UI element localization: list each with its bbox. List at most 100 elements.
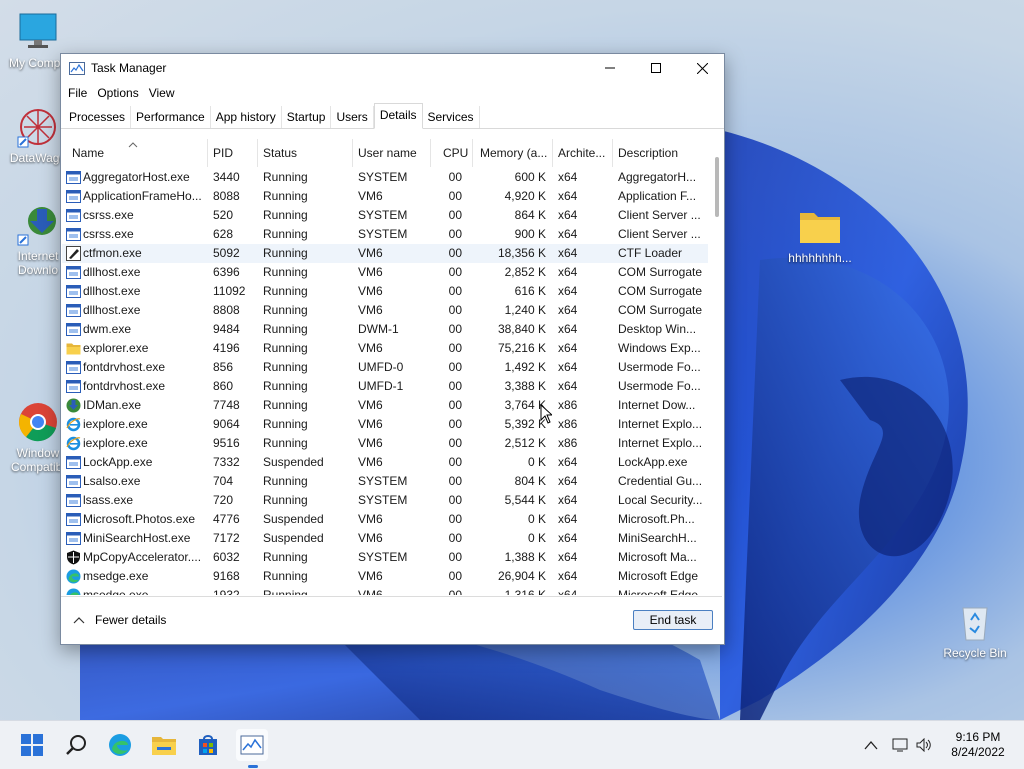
tab-processes[interactable]: Processes [64,106,132,128]
table-row[interactable]: csrss.exe 520 Running SYSTEM 00 864 K x64 Clien… [62,206,708,225]
network-icon[interactable] [892,738,908,752]
idm-icon [16,203,60,247]
column-header-memory[interactable]: Memory (a... [473,139,553,167]
table-row[interactable]: dllhost.exe 8808 Running VM6 00 1,240 K x64 COM… [62,301,708,320]
table-row[interactable]: fontdrvhost.exe 860 Running UMFD-1 00 3,388 K… [62,377,708,396]
app-window-icon [66,208,81,223]
table-row[interactable]: dwm.exe 9484 Running DWM-1 00 38,840 K x64 Desk… [62,320,708,339]
taskbar-clock[interactable]: 9:16 PM 8/24/2022 [938,730,1018,760]
column-header-architecture[interactable]: Archite... [553,139,613,167]
table-row[interactable]: AggregatorHost.exe 3440 Running SYSTEM 00 600… [62,168,708,187]
cell-user: SYSTEM [358,474,408,488]
fewer-details-button[interactable]: Fewer details [73,613,166,627]
cell-pid: 8808 [213,303,240,317]
table-row[interactable]: msedge.exe 1932 Running VM6 00 1,316 K x64 Micr… [62,586,708,595]
cell-desc: Microsoft Edge [618,569,699,583]
cell-desc: COM Surrogate [618,265,703,279]
column-header-name[interactable]: Name [62,139,208,167]
end-task-button[interactable]: End task [633,610,713,630]
menu-options[interactable]: Options [92,82,143,104]
taskbar-store-button[interactable] [192,729,224,761]
cell-arch: x64 [558,512,578,526]
cell-desc: Client Server ... [618,227,701,241]
table-row[interactable]: ctfmon.exe 5092 Running VM6 00 18,356 K x64 CTF… [62,244,708,263]
tab-app-history[interactable]: App history [211,106,282,128]
menu-file[interactable]: File [63,82,92,104]
cell-status: Suspended [263,531,324,545]
cell-user: VM6 [358,417,383,431]
tab-details[interactable]: Details [373,103,423,129]
chevron-up-icon[interactable] [864,740,878,750]
table-row[interactable]: Lsalso.exe 704 Running SYSTEM 00 804 K x64 Cred… [62,472,708,491]
cell-arch: x64 [558,303,578,317]
cell-user: VM6 [358,189,383,203]
title-bar[interactable]: Task Manager [61,54,724,82]
cell-arch: x86 [558,417,578,431]
taskbar: 9:16 PM 8/24/2022 [0,720,1024,769]
cell-cpu: 00 [448,227,462,241]
search-button[interactable] [60,729,92,761]
start-button[interactable] [16,729,48,761]
table-row[interactable]: iexplore.exe 9064 Running VM6 00 5,392 K x86 In… [62,415,708,434]
cell-cpu: 00 [448,417,462,431]
table-row[interactable]: iexplore.exe 9516 Running VM6 00 2,512 K x86 In… [62,434,708,453]
maximize-button[interactable] [633,54,679,82]
shield-icon [66,550,81,565]
taskbar-edge-button[interactable] [104,729,136,761]
scrollbar-thumb[interactable] [715,157,719,217]
table-row[interactable]: dllhost.exe 6396 Running VM6 00 2,852 K x64 COM… [62,263,708,282]
cell-pid: 704 [213,474,234,488]
folder-icon [798,205,842,249]
taskbar-task-manager-button[interactable] [236,729,268,768]
column-header-description[interactable]: Description [613,139,708,167]
table-row[interactable]: explorer.exe 4196 Running VM6 00 75,216 K x64 W… [62,339,708,358]
table-row[interactable]: lsass.exe 720 Running SYSTEM 00 5,544 K x64 Loc… [62,491,708,510]
cell-user: VM6 [358,588,383,595]
mouse-cursor-icon [540,404,552,424]
column-header-cpu[interactable]: CPU [431,139,473,167]
cell-mem: 0 K [527,531,546,545]
column-header-pid[interactable]: PID [208,139,258,167]
tab-startup[interactable]: Startup [282,106,332,128]
chrome-icon [16,400,60,444]
cell-desc: Local Security... [618,493,703,507]
volume-icon[interactable] [916,738,932,752]
tab-services[interactable]: Services [423,106,480,128]
table-row[interactable]: ApplicationFrameHo... 8088 Running VM6 00 4,9… [62,187,708,206]
table-row[interactable]: msedge.exe 9168 Running VM6 00 26,904 K x64 Mic… [62,567,708,586]
cell-mem: 0 K [527,512,546,526]
taskbar-file-explorer-button[interactable] [148,729,180,761]
table-row[interactable]: MpCopyAccelerator.... 6032 Running SYSTEM 00… [62,548,708,567]
cell-name: LockApp.exe [83,455,153,469]
cell-desc: Microsoft Edge [618,588,699,595]
tab-performance[interactable]: Performance [131,106,211,128]
app-window-icon [66,303,81,318]
cell-pid: 9064 [213,417,240,431]
table-row[interactable]: Microsoft.Photos.exe 4776 Suspended VM6 00 0 … [62,510,708,529]
column-header-user-name[interactable]: User name [353,139,431,167]
minimize-button[interactable] [587,54,633,82]
tab-users[interactable]: Users [331,106,374,128]
table-row[interactable]: dllhost.exe 11092 Running VM6 00 616 K x64 COM … [62,282,708,301]
table-row[interactable]: MiniSearchHost.exe 7172 Suspended VM6 00 0 K x… [62,529,708,548]
cell-mem: 4,920 K [504,189,546,203]
window-title: Task Manager [91,61,167,75]
desktop-icon-recycle-bin[interactable]: Recycle Bin [937,600,1013,660]
table-row[interactable]: LockApp.exe 7332 Suspended VM6 00 0 K x64 LockA… [62,453,708,472]
column-header-status[interactable]: Status [258,139,353,167]
menu-bar: File Options View [61,82,724,104]
table-row[interactable]: csrss.exe 628 Running SYSTEM 00 900 K x64 Clien… [62,225,708,244]
cell-cpu: 00 [448,588,462,595]
close-button[interactable] [679,54,725,82]
table-row[interactable]: IDMan.exe 7748 Running VM6 00 3,764 K x86 Inter… [62,396,708,415]
cell-name: csrss.exe [83,227,134,241]
app-window-icon [66,531,81,546]
vertical-scrollbar[interactable] [712,139,722,595]
menu-view[interactable]: View [144,82,180,104]
cell-desc: CTF Loader [618,246,683,260]
desktop-icon-folder[interactable]: hhhhhhhh... [780,205,860,265]
table-row[interactable]: fontdrvhost.exe 856 Running UMFD-0 00 1,492 K… [62,358,708,377]
tab-bar: Processes Performance App history Startu… [61,103,724,129]
recycle-bin-icon [953,600,997,644]
cell-desc: Usermode Fo... [618,379,701,393]
